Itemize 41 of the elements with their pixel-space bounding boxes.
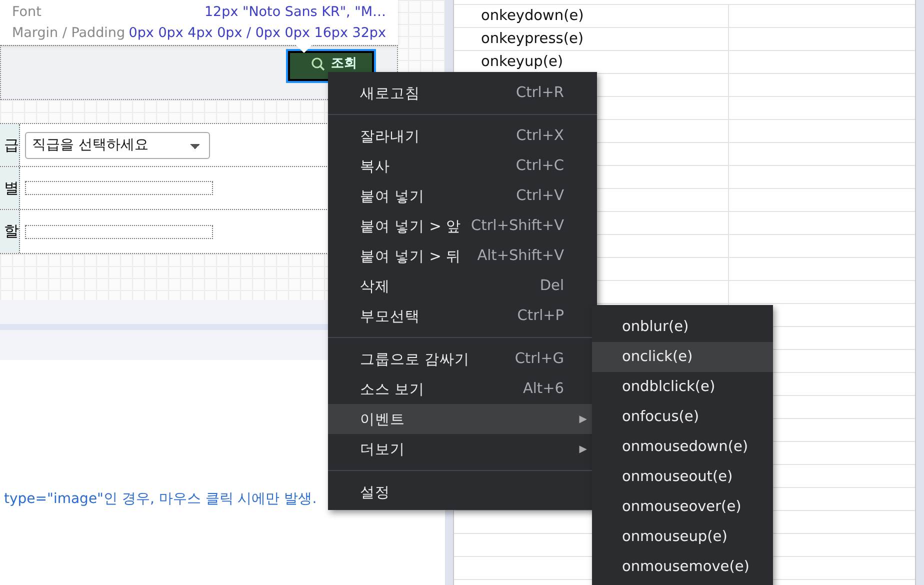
shortcut-label: Ctrl+V	[516, 188, 564, 204]
field-label: 할	[0, 210, 20, 253]
event-menu-item[interactable]: onmouseup(e)	[592, 522, 773, 552]
menu-item[interactable]: 잘라내기 Ctrl+X	[328, 121, 597, 151]
search-icon	[311, 57, 325, 71]
submenu-arrow: ▶	[579, 444, 587, 454]
event-menu-item[interactable]: onmousemove(e)	[592, 552, 773, 582]
input-field[interactable]	[25, 181, 213, 195]
shortcut-label: Ctrl+Shift+V	[471, 218, 564, 234]
property-label: Margin / Padding	[12, 24, 126, 42]
property-value: 12px "Noto Sans KR", "M…	[204, 4, 386, 20]
menu-item[interactable]: 붙여 넣기 > 뒤 Alt+Shift+V	[328, 241, 597, 271]
menu-item[interactable]: 삭제 Del	[328, 271, 597, 301]
event-name: onkeydown(e)	[454, 5, 729, 27]
event-description: type="image"인 경우, 마우스 클릭 시에만 발생.	[4, 490, 317, 508]
shortcut-label: Ctrl+G	[514, 351, 564, 367]
menu-item[interactable]: 복사 Ctrl+C	[328, 151, 597, 181]
event-menu-item[interactable]: onmouseover(e)	[592, 492, 773, 522]
event-menu-item[interactable]: ondblclick(e)	[592, 372, 773, 402]
shortcut-label: Del	[540, 278, 564, 294]
event-menu-item[interactable]: onblur(e)	[592, 312, 773, 342]
shortcut-label: Ctrl+P	[517, 308, 564, 324]
field-label: 급	[0, 124, 20, 166]
property-value: 0px 0px 4px 0px / 0px 0px 16px 32px	[128, 24, 386, 42]
event-name: onkeypress(e)	[454, 28, 729, 50]
event-menu-item[interactable]: onmouseout(e)	[592, 462, 773, 492]
shortcut-label: Alt+Shift+V	[477, 248, 564, 264]
rank-dropdown[interactable]: 직급을 선택하세요	[25, 132, 210, 158]
shortcut-label: Alt+6	[522, 381, 564, 397]
event-menu-item[interactable]: onmousedown(e)	[592, 432, 773, 462]
shortcut-label: Ctrl+X	[516, 128, 564, 144]
menu-item[interactable]: 붙여 넣기 > 앞 Ctrl+Shift+V	[328, 211, 597, 241]
shortcut-label: Ctrl+C	[516, 158, 564, 174]
event-menu-item[interactable]: onclick(e)	[592, 342, 773, 372]
shortcut-label: Ctrl+R	[516, 85, 564, 101]
field-label: 별	[0, 167, 20, 209]
submenu-arrow: ▶	[579, 414, 587, 424]
input-field[interactable]	[25, 224, 213, 238]
menu-item[interactable]: 붙여 넣기 Ctrl+V	[328, 181, 597, 211]
menu-item[interactable]: 새로고침 Ctrl+R	[328, 78, 597, 108]
property-label: Font	[12, 4, 42, 20]
